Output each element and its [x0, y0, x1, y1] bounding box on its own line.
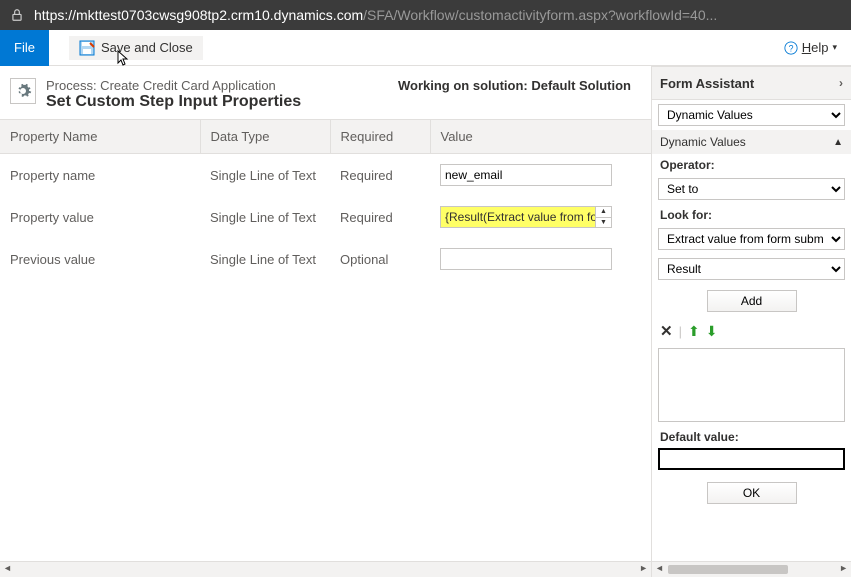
help-icon: ? — [784, 41, 798, 55]
values-listbox[interactable] — [658, 348, 845, 422]
scroll-thumb[interactable] — [668, 565, 788, 574]
col-data-type[interactable]: Data Type — [200, 120, 330, 154]
cell-required: Required — [330, 196, 430, 238]
remove-icon[interactable]: ✕ — [660, 322, 673, 340]
cell-datatype: Single Line of Text — [200, 154, 330, 197]
assist-scrollbar[interactable] — [651, 561, 851, 577]
save-icon — [79, 40, 95, 56]
look-for-entity-select[interactable]: Extract value from form submission — [658, 228, 845, 250]
browser-address-bar: https://mkttest0703cwsg908tp2.crm10.dyna… — [0, 0, 851, 30]
form-assistant-title: Form Assistant — [660, 76, 754, 91]
dynamic-values-select[interactable]: Dynamic Values — [658, 104, 845, 126]
url-host: https://mkttest0703cwsg908tp2.crm10.dyna… — [34, 7, 363, 23]
col-property-name[interactable]: Property Name — [0, 120, 200, 154]
previous-value-input[interactable] — [440, 248, 612, 270]
col-required[interactable]: Required — [330, 120, 430, 154]
chevron-right-icon: › — [839, 76, 843, 90]
add-button[interactable]: Add — [707, 290, 797, 312]
table-row: Property name Single Line of Text Requir… — [0, 154, 651, 197]
chevron-down-icon: ▾ — [832, 42, 837, 53]
cell-name: Previous value — [0, 238, 200, 280]
cell-required: Optional — [330, 238, 430, 280]
property-value-token-field[interactable]: {Result(Extract value from form ▲▼ — [440, 206, 612, 228]
gear-icon — [14, 82, 32, 100]
cell-name: Property value — [0, 196, 200, 238]
process-name: Process: Create Credit Card Application — [46, 78, 301, 93]
default-value-input[interactable] — [658, 448, 845, 470]
operator-label: Operator: — [652, 154, 851, 174]
page-title: Set Custom Step Input Properties — [46, 93, 301, 111]
operator-select[interactable]: Set to — [658, 178, 845, 200]
command-bar: File Save and Close ? Help ▾ — [0, 30, 851, 66]
ok-button[interactable]: OK — [707, 482, 797, 504]
horizontal-scrollbars[interactable] — [0, 561, 851, 577]
properties-table: Property Name Data Type Required Value P… — [0, 119, 651, 280]
save-and-close-label: Save and Close — [101, 40, 193, 55]
table-row: Previous value Single Line of Text Optio… — [0, 238, 651, 280]
collapse-icon: ▲ — [833, 137, 843, 148]
save-and-close-button[interactable]: Save and Close — [69, 36, 203, 60]
help-label: Help — [802, 40, 829, 55]
solution-label: Working on solution: Default Solution — [398, 78, 641, 93]
url-path: /SFA/Workflow/customactivityform.aspx?wo… — [363, 7, 717, 23]
col-value[interactable]: Value — [430, 120, 651, 154]
look-for-label: Look for: — [652, 204, 851, 224]
spinner-buttons[interactable]: ▲▼ — [595, 207, 611, 227]
lock-icon — [10, 8, 24, 22]
cell-required: Required — [330, 154, 430, 197]
token-text: {Result(Extract value from form — [445, 210, 611, 224]
svg-text:?: ? — [788, 43, 793, 53]
cell-name: Property name — [0, 154, 200, 197]
look-for-attribute-select[interactable]: Result — [658, 258, 845, 280]
default-value-label: Default value: — [652, 426, 851, 446]
separator: | — [679, 324, 682, 339]
cell-datatype: Single Line of Text — [200, 238, 330, 280]
main-panel: Process: Create Credit Card Application … — [0, 66, 651, 561]
file-menu[interactable]: File — [0, 30, 49, 66]
table-row: Property value Single Line of Text Requi… — [0, 196, 651, 238]
spinner-down-icon[interactable]: ▼ — [595, 218, 611, 228]
move-down-icon[interactable]: ⬇ — [706, 323, 718, 340]
move-up-icon[interactable]: ⬆ — [688, 323, 700, 340]
spinner-up-icon[interactable]: ▲ — [595, 207, 611, 218]
form-assistant-panel: Form Assistant › Dynamic Values Dynamic … — [651, 66, 851, 561]
main-scrollbar[interactable] — [0, 561, 651, 577]
process-icon-box — [10, 78, 36, 104]
cell-datatype: Single Line of Text — [200, 196, 330, 238]
property-name-input[interactable] — [440, 164, 612, 186]
dynamic-values-section[interactable]: Dynamic Values ▲ — [652, 130, 851, 154]
help-menu[interactable]: ? Help ▾ — [784, 40, 837, 55]
form-assistant-header[interactable]: Form Assistant › — [652, 66, 851, 100]
